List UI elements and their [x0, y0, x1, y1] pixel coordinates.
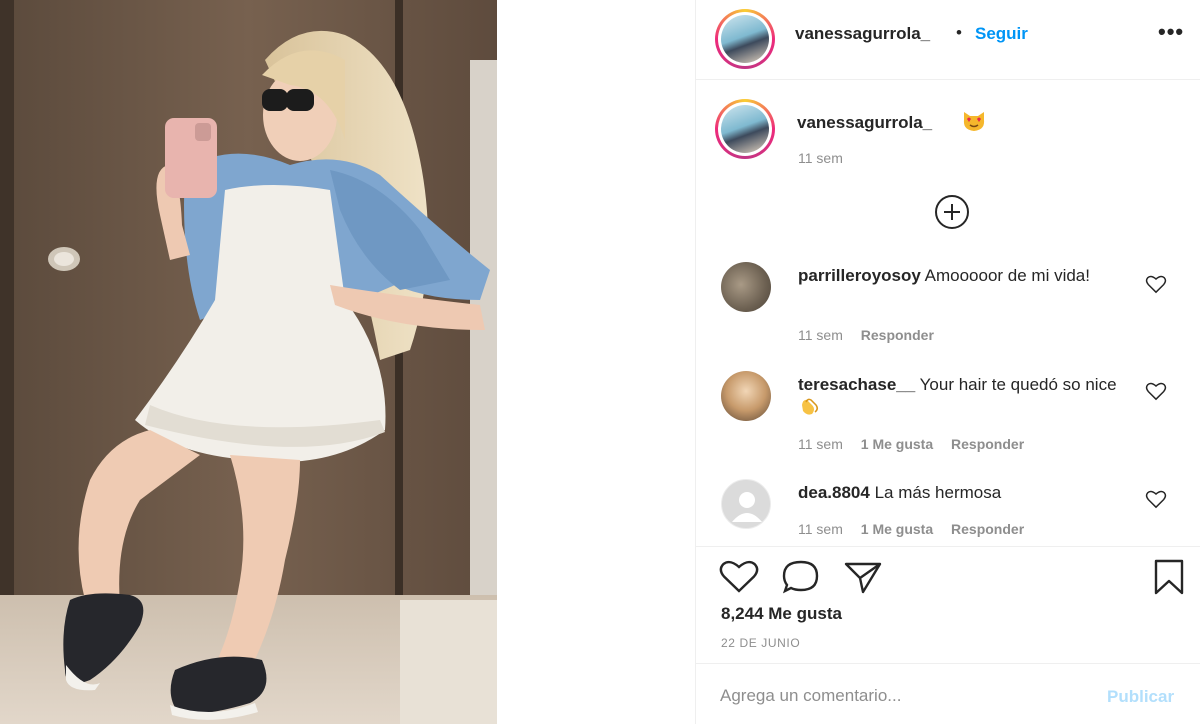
comment-text: dea.8804 La más hermosa [798, 482, 1128, 504]
caption-username[interactable]: vanessagurrola_ [797, 113, 932, 133]
comment-input[interactable] [720, 682, 1080, 710]
commenter-avatar[interactable] [721, 371, 771, 421]
more-options-icon[interactable]: ••• [1158, 19, 1184, 45]
reply-button[interactable]: Responder [861, 327, 934, 343]
comment-text: teresachase__ Your hair te quedó so nice [798, 374, 1128, 418]
post-actions: 8,244 Me gusta 22 DE JUNIO [696, 546, 1200, 662]
reply-button[interactable]: Responder [951, 436, 1024, 452]
comment-likes[interactable]: 1 Me gusta [861, 436, 933, 452]
clapping-hands-icon [802, 398, 819, 415]
speech-bubble-icon[interactable] [780, 559, 822, 595]
heart-icon[interactable] [718, 559, 760, 595]
commenter-username[interactable]: parrilleroyosoy [798, 266, 921, 285]
comment-likes[interactable]: 1 Me gusta [861, 521, 933, 537]
paper-plane-icon[interactable] [842, 559, 884, 595]
comment-timestamp: 11 sem [798, 327, 843, 343]
comment-heart-icon[interactable] [1145, 274, 1167, 294]
comment-timestamp: 11 sem [798, 436, 843, 452]
comment-body: Your hair te quedó so nice [919, 375, 1117, 394]
reply-button[interactable]: Responder [951, 521, 1024, 537]
comment-heart-icon[interactable] [1145, 381, 1167, 401]
commenter-username[interactable]: teresachase__ [798, 375, 915, 394]
comment-form: Publicar [696, 663, 1200, 724]
comment-text: parrilleroyosoy Amooooor de mi vida! [798, 265, 1128, 287]
comment-body: La más hermosa [874, 483, 1002, 502]
caption-timestamp: 11 sem [798, 150, 843, 166]
bookmark-icon[interactable] [1150, 559, 1192, 595]
post-detail-panel: vanessagurrola_ • Seguir ••• vanessagurr… [695, 0, 1200, 724]
comment-heart-icon[interactable] [1145, 489, 1167, 509]
follow-button[interactable]: Seguir [975, 24, 1028, 44]
likes-count[interactable]: 8,244 Me gusta [721, 604, 842, 624]
commenter-username[interactable]: dea.8804 [798, 483, 870, 502]
author-username[interactable]: vanessagurrola_ [795, 24, 930, 44]
comment-meta: 11 sem Responder [798, 327, 948, 343]
page-gutter [497, 0, 695, 724]
author-avatar[interactable] [715, 9, 775, 69]
caption-avatar[interactable] [715, 99, 775, 159]
post-date[interactable]: 22 DE JUNIO [721, 636, 800, 650]
comment-body: Amooooor de mi vida! [924, 266, 1090, 285]
plus-circle-icon[interactable] [934, 194, 970, 230]
comment-meta: 11 sem 1 Me gusta Responder [798, 521, 1038, 537]
comment-meta: 11 sem 1 Me gusta Responder [798, 436, 1038, 452]
heart-eyes-cat-icon [963, 112, 985, 131]
post-photo[interactable] [0, 0, 497, 724]
commenter-avatar[interactable] [721, 262, 771, 312]
default-avatar-icon[interactable] [721, 479, 771, 529]
post-header: vanessagurrola_ • Seguir ••• [696, 0, 1200, 80]
post-photo-illustration [0, 0, 497, 724]
comment-timestamp: 11 sem [798, 521, 843, 537]
follow-separator: • [956, 23, 962, 42]
publish-button[interactable]: Publicar [1107, 687, 1174, 707]
